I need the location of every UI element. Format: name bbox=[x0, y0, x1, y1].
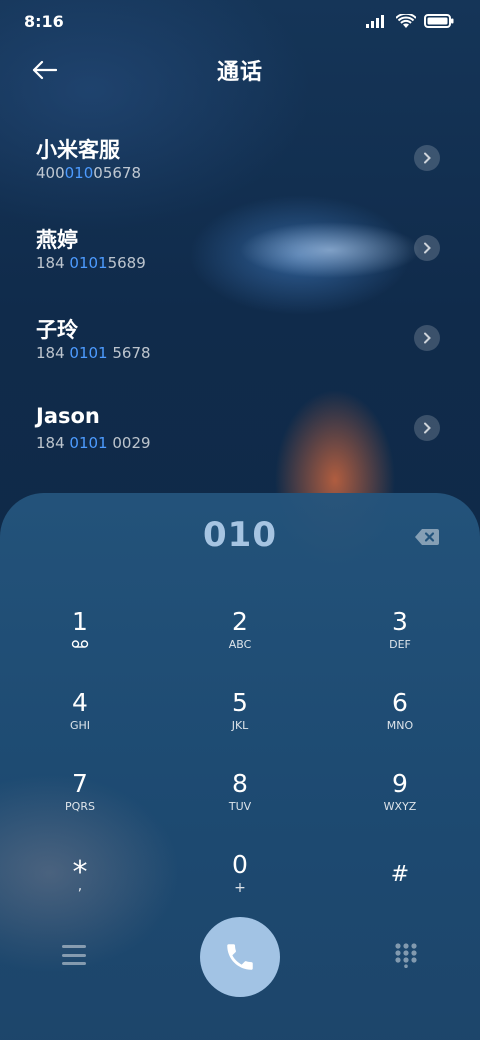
key-digit: 5 bbox=[232, 688, 248, 717]
key-0[interactable]: 0 + bbox=[160, 846, 320, 927]
key-4[interactable]: 4 GHI bbox=[0, 684, 160, 765]
key-digit: 6 bbox=[392, 688, 408, 717]
contact-item[interactable]: 子玲 184 0101 5678 bbox=[0, 292, 480, 382]
key-digit: # bbox=[390, 862, 410, 887]
key-digit: 9 bbox=[392, 769, 408, 798]
key-digit: 3 bbox=[392, 607, 408, 636]
keypad-grid: 1 2 ABC 3 DEF 4 GHI 5 JKL 6 MNO 7 PQRS 8… bbox=[0, 603, 480, 927]
dialpad-panel: 010 1 2 ABC 3 DEF 4 GHI 5 JKL 6 MNO 7 PQ… bbox=[0, 493, 480, 1040]
dialer-bottom-bar bbox=[0, 917, 480, 997]
matched-digits: 0101 bbox=[69, 434, 108, 452]
key-letters: TUV bbox=[228, 800, 252, 813]
key-digit: 0 bbox=[232, 850, 248, 879]
status-icons bbox=[366, 13, 454, 29]
contact-number: 184 0101 0029 bbox=[36, 434, 151, 452]
dialpad-icon[interactable] bbox=[394, 942, 418, 968]
contact-detail-button[interactable] bbox=[414, 145, 440, 171]
key-5[interactable]: 5 JKL bbox=[160, 684, 320, 765]
key-digit: 2 bbox=[232, 607, 248, 636]
key-letters: ABC bbox=[228, 638, 252, 651]
menu-button[interactable] bbox=[62, 945, 86, 965]
backspace-icon bbox=[415, 529, 439, 545]
call-button[interactable] bbox=[200, 917, 280, 997]
key-letters: GHI bbox=[69, 719, 91, 732]
key-letters: JKL bbox=[231, 719, 249, 732]
chevron-right-icon bbox=[424, 152, 431, 164]
key-7[interactable]: 7 PQRS bbox=[0, 765, 160, 846]
key-9[interactable]: 9 WXYZ bbox=[320, 765, 480, 846]
key-digit: 7 bbox=[72, 769, 88, 798]
contact-number: 40001005678 bbox=[36, 164, 141, 182]
key-letters: DEF bbox=[389, 638, 411, 651]
key-digit: 4 bbox=[72, 688, 88, 717]
key-letters: WXYZ bbox=[383, 800, 417, 813]
key-2[interactable]: 2 ABC bbox=[160, 603, 320, 684]
contact-detail-button[interactable] bbox=[414, 415, 440, 441]
contact-item[interactable]: Jason 184 0101 0029 bbox=[0, 382, 480, 472]
contact-name: 燕婷 bbox=[36, 228, 78, 252]
header: 通话 bbox=[0, 48, 480, 92]
matched-digits: 0101 bbox=[69, 254, 108, 272]
contact-detail-button[interactable] bbox=[414, 325, 440, 351]
key-letters: MNO bbox=[386, 719, 414, 732]
menu-icon bbox=[62, 945, 86, 948]
matched-digits: 0101 bbox=[69, 344, 108, 362]
key-letters: + bbox=[234, 880, 246, 896]
contact-name: 小米客服 bbox=[36, 138, 120, 162]
key-digit: 8 bbox=[232, 769, 248, 798]
phone-icon bbox=[227, 944, 253, 970]
contact-number: 184 0101 5678 bbox=[36, 344, 151, 362]
page-title: 通话 bbox=[216, 60, 263, 85]
contact-number: 184 01015689 bbox=[36, 254, 146, 272]
contact-suggestion-list: 小米客服 40001005678 燕婷 184 01015689 子玲 184 … bbox=[0, 112, 480, 472]
key-6[interactable]: 6 MNO bbox=[320, 684, 480, 765]
key-star[interactable]: * , bbox=[0, 846, 160, 927]
backspace-button[interactable] bbox=[414, 527, 440, 547]
back-arrow-icon bbox=[32, 60, 57, 80]
key-1[interactable]: 1 bbox=[0, 603, 160, 684]
chevron-right-icon bbox=[424, 422, 431, 434]
key-3[interactable]: 3 DEF bbox=[320, 603, 480, 684]
matched-digits: 010 bbox=[64, 164, 94, 182]
voicemail-icon bbox=[71, 640, 89, 648]
chevron-right-icon bbox=[424, 332, 431, 344]
chevron-right-icon bbox=[424, 242, 431, 254]
contact-item[interactable]: 小米客服 40001005678 bbox=[0, 112, 480, 202]
contact-detail-button[interactable] bbox=[414, 235, 440, 261]
key-letters: , bbox=[77, 878, 83, 894]
key-hash[interactable]: # bbox=[320, 846, 480, 927]
back-button[interactable] bbox=[26, 54, 62, 86]
dialed-number-display: 010 bbox=[203, 515, 277, 555]
contact-name: Jason bbox=[36, 404, 100, 428]
key-8[interactable]: 8 TUV bbox=[160, 765, 320, 846]
status-time: 8:16 bbox=[24, 11, 64, 31]
contact-item[interactable]: 燕婷 184 01015689 bbox=[0, 202, 480, 292]
key-digit: 1 bbox=[72, 607, 88, 636]
key-letters: PQRS bbox=[65, 800, 95, 813]
battery-icon bbox=[424, 14, 454, 28]
contact-name: 子玲 bbox=[36, 318, 78, 342]
status-bar: 8:16 bbox=[0, 0, 480, 42]
wifi-icon bbox=[396, 13, 416, 28]
signal-icon bbox=[366, 15, 384, 28]
